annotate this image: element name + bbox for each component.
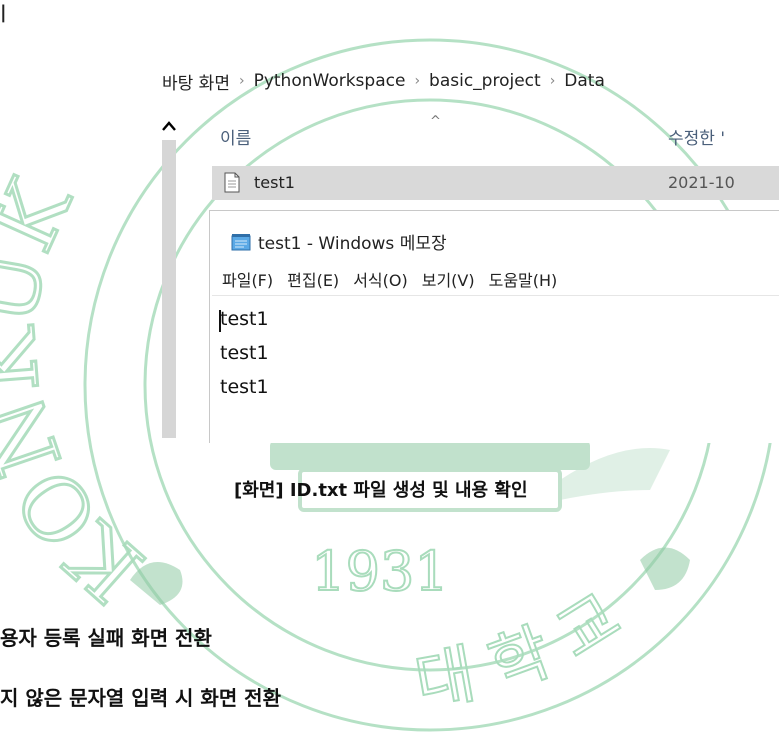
breadcrumb-pythonworkspace[interactable]: PythonWorkspace bbox=[254, 71, 406, 91]
notepad-title: test1 - Windows 메모장 bbox=[258, 234, 447, 254]
figure-caption: [화면] ID.txt 파일 생성 및 내용 확인 bbox=[234, 480, 528, 501]
breadcrumb-basic-project[interactable]: basic_project bbox=[429, 71, 541, 91]
text-line: test1 bbox=[220, 308, 269, 330]
breadcrumb-data[interactable]: Data bbox=[564, 71, 605, 91]
menu-help[interactable]: 도움말(H) bbox=[489, 267, 558, 291]
section-heading: 지 않은 문자열 입력 시 화면 전환 bbox=[0, 686, 281, 710]
notepad-window: test1 - Windows 메모장 파일(F) 편집(E) 서식(O) 보기… bbox=[209, 210, 779, 443]
section-heading: 용자 등록 실패 화면 전환 bbox=[0, 626, 212, 650]
file-modified-date: 2021-10 bbox=[668, 173, 735, 192]
watermark-konkuk-text: KONKUK bbox=[0, 163, 164, 622]
menu-file[interactable]: 파일(F) bbox=[222, 267, 273, 291]
text-file-icon bbox=[224, 172, 240, 193]
column-header-modified[interactable]: 수정한 ' bbox=[668, 124, 725, 149]
watermark-year: 1931 bbox=[311, 540, 448, 603]
menu-view[interactable]: 보기(V) bbox=[422, 267, 475, 291]
svg-text:KONKUK: KONKUK bbox=[0, 164, 163, 620]
scroll-up-icon[interactable] bbox=[160, 118, 178, 136]
menu-edit[interactable]: 편집(E) bbox=[287, 267, 339, 291]
svg-text:교: 교 bbox=[544, 580, 633, 674]
sort-ascending-icon: ^ bbox=[430, 114, 441, 129]
chevron-right-icon: › bbox=[414, 73, 421, 89]
notepad-title-bar: test1 - Windows 메모장 bbox=[230, 229, 447, 254]
notepad-menu-bar: 파일(F) 편집(E) 서식(O) 보기(V) 도움말(H) bbox=[222, 267, 557, 291]
text-line: test1 bbox=[220, 376, 269, 398]
breadcrumb-desktop[interactable]: 바탕 화면 bbox=[162, 69, 230, 94]
notepad-icon bbox=[231, 233, 251, 250]
menu-format[interactable]: 서식(O) bbox=[353, 267, 408, 291]
chevron-right-icon: › bbox=[549, 73, 556, 89]
notepad-text-area[interactable]: test1 test1 test1 bbox=[212, 295, 779, 444]
text-line: test1 bbox=[220, 342, 269, 364]
stray-text-fragment: | bbox=[0, 2, 7, 23]
breadcrumb: 바탕 화면 › PythonWorkspace › basic_project … bbox=[162, 68, 605, 94]
file-row[interactable]: test1 2021-10 bbox=[212, 166, 779, 200]
file-name: test1 bbox=[254, 173, 295, 192]
svg-text:대: 대 bbox=[410, 638, 481, 721]
svg-text:학: 학 bbox=[480, 615, 561, 705]
vertical-scrollbar[interactable] bbox=[162, 140, 176, 438]
chevron-right-icon: › bbox=[238, 73, 245, 89]
column-header-row: 이름 ^ 수정한 ' bbox=[220, 114, 779, 154]
column-header-name[interactable]: 이름 bbox=[220, 124, 251, 149]
